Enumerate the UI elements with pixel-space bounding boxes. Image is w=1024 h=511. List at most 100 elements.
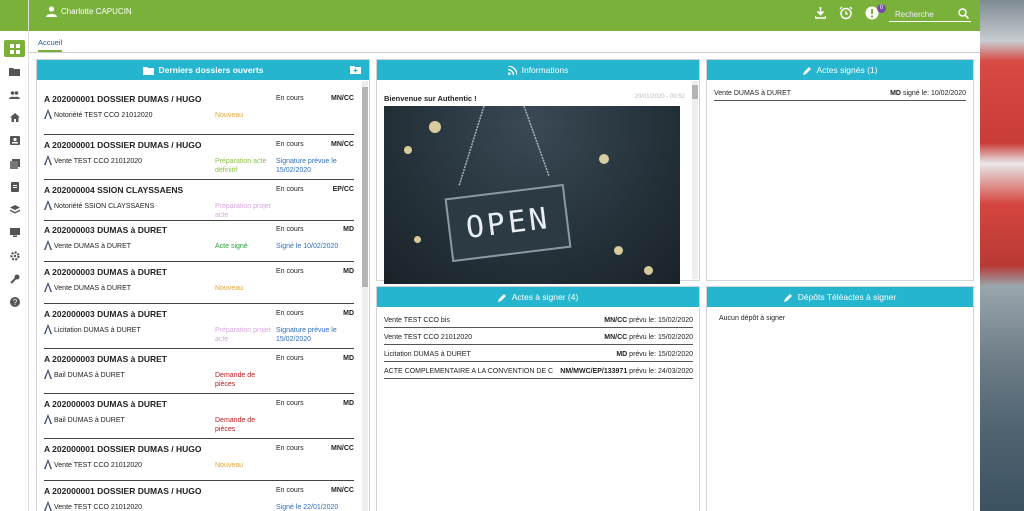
- act-date: prévu le: 15/02/2020: [629, 351, 693, 358]
- tab-accueil[interactable]: Accueil: [38, 38, 63, 52]
- search-icon[interactable]: [958, 8, 969, 19]
- user-name: Charlotte CAPUCIN: [61, 7, 132, 16]
- contact-card-icon[interactable]: [4, 132, 25, 149]
- clipboard-icon[interactable]: [4, 178, 25, 195]
- dossier-title: A 202000003 DUMAS à DURET: [44, 225, 167, 235]
- recent-files-panel: Derniers dossiers ouverts A 202000001 DO…: [36, 59, 370, 511]
- dossier-status: Demande de pièces: [215, 372, 256, 388]
- act-row[interactable]: Vente TEST CCO 21012020 MN/CC prévu le: 1…: [384, 331, 693, 345]
- acts-to-sign-header: Actes à signer (4): [377, 287, 699, 307]
- dossier-item[interactable]: A 202000001 DOSSIER DUMAS / HUGO En cours…: [44, 486, 354, 511]
- dossier-title: A 202000003 DUMAS à DURET: [44, 354, 167, 364]
- dossier-status: Demande de pièces: [215, 417, 256, 433]
- teleactes-header: Dépôts Téléactes à signer: [707, 287, 973, 307]
- dossier-act-label: Notoriété SSION CLAYSSAENS: [54, 203, 155, 210]
- sidebar: ?: [0, 0, 29, 511]
- dossier-item[interactable]: A 202000001 DOSSIER DUMAS / HUGO En cours…: [44, 140, 354, 180]
- dossier-status: Nouveau: [215, 112, 244, 119]
- act-info: MN/CC prévu le: 15/02/2020: [604, 317, 693, 324]
- dossier-title: A 202000001 DOSSIER DUMAS / HUGO: [44, 94, 202, 104]
- dossier-title: A 202000003 DUMAS à DURET: [44, 399, 167, 409]
- act-label: Vente TEST CCO bis: [384, 317, 450, 324]
- dossier-status: Préparation projet acte: [215, 327, 271, 343]
- acts-to-sign-panel: Actes à signer (4) Vente TEST CCO bis MN/…: [376, 286, 700, 511]
- user-menu[interactable]: Charlotte CAPUCIN: [46, 6, 132, 17]
- dossier-act-label: Vente TEST CCO 21012020: [54, 504, 143, 511]
- folder-icon[interactable]: [4, 63, 25, 80]
- act-date: prévu le: 15/02/2020: [629, 334, 693, 341]
- dossier-act-label: Vente TEST CCO 21012020: [54, 158, 143, 165]
- dossier-item[interactable]: A 202000003 DUMAS à DURET En cours MD Licit…: [44, 309, 354, 349]
- act-row[interactable]: Licitation DUMAS à DURET MD prévu le: 15/…: [384, 348, 693, 362]
- dossier-act: Vente DUMAS à DURET: [44, 240, 131, 250]
- act-label: Vente DUMAS à DURET: [714, 90, 792, 97]
- help-icon[interactable]: ?: [4, 293, 25, 310]
- dossier-act-label: Notoriété TEST CCO 21012020: [54, 112, 153, 119]
- dossier-act-label: Bail DUMAS à DURET: [54, 417, 125, 424]
- new-folder-icon[interactable]: [350, 65, 361, 74]
- search-input[interactable]: Recherche: [889, 6, 971, 22]
- teleactes-empty-text: Aucun dépôt à signer: [719, 315, 786, 322]
- dossier-initials: MN/CC: [331, 445, 354, 452]
- dossier-state: En cours: [276, 445, 304, 452]
- pencil-icon: [497, 293, 506, 302]
- news-headline: Bienvenue sur Authentic !: [384, 94, 477, 103]
- act-initials: NM/MWC/EP/133971: [560, 368, 628, 375]
- dossier-item[interactable]: A 202000003 DUMAS à DURET En cours MD Vente…: [44, 267, 354, 304]
- download-icon[interactable]: [815, 7, 826, 19]
- dossier-item[interactable]: A 202000001 DOSSIER DUMAS / HUGO En cours…: [44, 94, 354, 135]
- dossier-item[interactable]: A 202000003 DUMAS à DURET En cours MD Vente…: [44, 225, 354, 262]
- dossier-status: Préparation acte définitif: [215, 158, 267, 174]
- act-row[interactable]: ACTE COMPLEMENTAIRE A LA CONVENTION DE C…: [384, 365, 693, 379]
- act-row[interactable]: Vente TEST CCO bis MN/CC prévu le: 15/02/…: [384, 314, 693, 328]
- dossier-act: Notoriété SSION CLAYSSAENS: [44, 200, 154, 210]
- layers-icon[interactable]: [4, 201, 25, 218]
- act-info: MD signé le: 10/02/2020: [890, 90, 966, 97]
- dossier-title: A 202000003 DUMAS à DURET: [44, 309, 167, 319]
- home-icon[interactable]: [4, 109, 25, 126]
- documents-icon[interactable]: [4, 155, 25, 172]
- acts-to-sign-title: Actes à signer (4): [511, 292, 579, 302]
- dossier-status: Acte signé: [215, 243, 248, 250]
- dashboard-icon[interactable]: [4, 40, 25, 57]
- dossier-signature: Signé le 22/01/2020: [276, 504, 339, 511]
- compass-icon: [44, 282, 52, 292]
- dossier-item[interactable]: A 202000001 DOSSIER DUMAS / HUGO En cours…: [44, 444, 354, 481]
- dossier-initials: MN/CC: [331, 95, 354, 102]
- dossier-item[interactable]: A 202000003 DUMAS à DURET En cours MD Bail …: [44, 399, 354, 439]
- dossier-act-label: Vente DUMAS à DURET: [54, 285, 132, 292]
- wrench-icon[interactable]: [4, 270, 25, 287]
- dossier-act-label: Bail DUMAS à DURET: [54, 372, 125, 379]
- dossier-act: Licitation DUMAS à DURET: [44, 324, 141, 334]
- scrollbar-thumb[interactable]: [362, 87, 368, 287]
- dossier-title: A 202000001 DOSSIER DUMAS / HUGO: [44, 140, 202, 150]
- teleactes-panel: Dépôts Téléactes à signer Aucun dépôt à …: [706, 286, 974, 511]
- alarm-clock-icon[interactable]: [839, 6, 853, 20]
- scrollbar-thumb[interactable]: [692, 85, 698, 99]
- gear-icon[interactable]: [4, 247, 25, 264]
- dossier-item[interactable]: A 202000004 SSION CLAYSSAENS En cours EP/C…: [44, 185, 354, 221]
- news-date: 20/01/2020 - 09:52: [634, 94, 685, 100]
- signed-acts-panel: Actes signés (1) Vente DUMAS à DURET MD s…: [706, 59, 974, 281]
- top-bar: Charlotte CAPUCIN 0 Recherche: [29, 0, 980, 31]
- compass-icon: [44, 369, 52, 379]
- svg-text:?: ?: [12, 298, 17, 307]
- act-info: MN/CC prévu le: 15/02/2020: [604, 334, 693, 341]
- monitor-icon[interactable]: [4, 224, 25, 241]
- recent-files-scrollbar[interactable]: [362, 81, 368, 511]
- dossier-title: A 202000003 DUMAS à DURET: [44, 267, 167, 277]
- act-initials: MN/CC: [604, 334, 628, 341]
- act-initials: MN/CC: [604, 317, 628, 324]
- compass-icon: [44, 459, 52, 469]
- dossier-item[interactable]: A 202000003 DUMAS à DURET En cours MD Bail …: [44, 354, 354, 394]
- pencil-icon: [783, 293, 792, 302]
- recent-files-title: Derniers dossiers ouverts: [158, 65, 264, 75]
- act-row[interactable]: Vente DUMAS à DURET MD signé le: 10/02/20…: [714, 87, 966, 101]
- compass-icon: [44, 414, 52, 424]
- user-icon: [46, 6, 57, 17]
- dossier-act: Vente TEST CCO 21012020: [44, 459, 142, 469]
- information-scrollbar[interactable]: [692, 81, 698, 279]
- dossier-state: En cours: [276, 310, 304, 317]
- dossier-signature: Signé le 10/02/2020: [276, 243, 339, 250]
- users-icon[interactable]: [4, 86, 25, 103]
